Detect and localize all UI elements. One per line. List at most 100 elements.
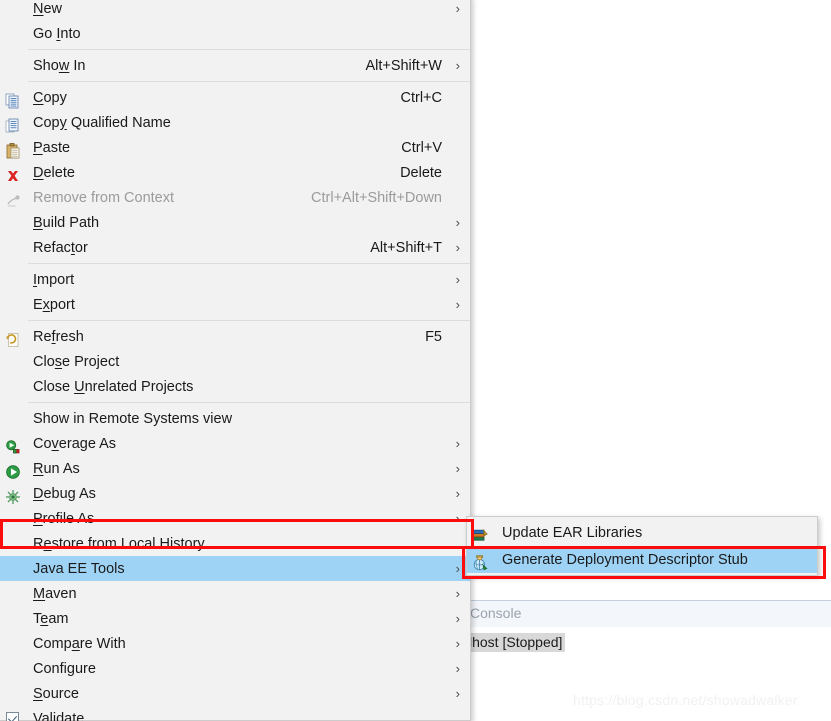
menu-item-copy[interactable]: Copy Ctrl+C [0, 85, 470, 110]
menu-item-delete[interactable]: Delete Delete [0, 160, 470, 185]
menu-item-label: Close Unrelated Projects [33, 378, 194, 395]
menu-item-accelerator: Ctrl+C [400, 89, 443, 106]
menu-item-show-in-remote-systems-view[interactable]: Show in Remote Systems view [0, 406, 470, 431]
menu-item-new[interactable]: New › [0, 0, 470, 21]
menu-item-accelerator: Alt+Shift+T [370, 239, 442, 256]
menu-item-label: Paste [33, 139, 71, 156]
chevron-right-icon: › [455, 297, 460, 312]
menu-separator [28, 81, 470, 82]
menu-item-close-project[interactable]: Close Project [0, 349, 470, 374]
chevron-right-icon: › [455, 58, 460, 73]
menu-separator [28, 263, 470, 264]
copy-icon [5, 89, 23, 108]
chevron-right-icon: › [455, 686, 460, 701]
chevron-right-icon: › [455, 611, 460, 626]
chevron-right-icon: › [455, 272, 460, 287]
run-icon [5, 460, 23, 479]
menu-item-label: Copy Qualified Name [33, 114, 171, 131]
menu-item-generate-deployment-descriptor-stub[interactable]: Generate Deployment Descriptor Stub [467, 546, 817, 573]
menu-item-go-into[interactable]: Go Into [0, 21, 470, 46]
menu-item-refactor[interactable]: Refactor Alt+Shift+T › [0, 235, 470, 260]
menu-item-profile-as[interactable]: Profile As › [0, 506, 470, 531]
menu-item-label: Import [33, 271, 75, 288]
chevron-right-icon: › [455, 511, 460, 526]
descriptor-stub-icon [472, 551, 490, 570]
chevron-right-icon: › [455, 215, 460, 230]
menu-item-label: Configure [33, 660, 96, 677]
chevron-right-icon: › [455, 586, 460, 601]
menu-item-label: New [33, 0, 63, 17]
menu-item-label: Profile As [33, 510, 95, 527]
debug-icon [5, 485, 23, 504]
chevron-right-icon: › [455, 461, 460, 476]
menu-item-label: Generate Deployment Descriptor Stub [502, 551, 748, 568]
menu-item-label: Remove from Context [33, 189, 175, 206]
menu-item-remove-from-context: Remove from Context Ctrl+Alt+Shift+Down [0, 185, 470, 210]
menu-item-label: Java EE Tools [33, 560, 125, 577]
chevron-right-icon: › [455, 636, 460, 651]
menu-item-refresh[interactable]: Refresh F5 [0, 324, 470, 349]
menu-item-close-unrelated-projects[interactable]: Close Unrelated Projects [0, 374, 470, 399]
console-tab-label[interactable]: Console [470, 605, 521, 621]
menu-item-coverage-as[interactable]: Coverage As › [0, 431, 470, 456]
menu-item-label: Coverage As [33, 435, 117, 452]
delete-icon [5, 164, 23, 182]
menu-item-show-in[interactable]: Show In Alt+Shift+W › [0, 53, 470, 78]
chevron-right-icon: › [455, 561, 460, 576]
menu-item-label: Source [33, 685, 79, 702]
menu-item-validate[interactable]: Validate [0, 706, 470, 721]
menu-item-source[interactable]: Source › [0, 681, 470, 706]
menu-item-label: Build Path [33, 214, 100, 231]
menu-item-label: Show in Remote Systems view [33, 410, 233, 427]
menu-item-label: Debug As [33, 485, 96, 502]
menu-item-copy-qualified-name[interactable]: Copy Qualified Name [0, 110, 470, 135]
coverage-icon [5, 435, 23, 453]
java-ee-tools-submenu[interactable]: Update EAR Libraries Generate Deployment … [466, 516, 818, 576]
remove-context-icon [5, 189, 23, 207]
menu-item-label: Go Into [33, 25, 81, 42]
menu-item-label: Close Project [33, 353, 120, 370]
chevron-right-icon: › [455, 661, 460, 676]
menu-item-label: Team [33, 610, 69, 627]
menu-item-update-ear-libraries[interactable]: Update EAR Libraries [467, 519, 817, 546]
menu-item-configure[interactable]: Configure › [0, 656, 470, 681]
menu-separator [28, 402, 470, 403]
menu-separator [28, 49, 470, 50]
menu-separator [28, 320, 470, 321]
menu-item-label: Copy [33, 89, 67, 106]
refresh-icon [5, 328, 23, 347]
menu-item-accelerator: Delete [400, 164, 442, 181]
menu-item-compare-with[interactable]: Compare With › [0, 631, 470, 656]
chevron-right-icon: › [455, 1, 460, 16]
paste-icon [5, 139, 23, 158]
menu-item-label: Restore from Local History... [33, 535, 216, 552]
menu-item-run-as[interactable]: Run As › [0, 456, 470, 481]
menu-item-paste[interactable]: Paste Ctrl+V [0, 135, 470, 160]
menu-item-debug-as[interactable]: Debug As › [0, 481, 470, 506]
menu-item-restore-from-local-history[interactable]: Restore from Local History... [0, 531, 470, 556]
menu-item-accelerator: F5 [425, 328, 442, 345]
menu-item-accelerator: Ctrl+Alt+Shift+Down [311, 189, 442, 206]
menu-item-team[interactable]: Team › [0, 606, 470, 631]
menu-item-label: Refresh [33, 328, 84, 345]
menu-item-label: Compare With [33, 635, 126, 652]
console-stopped-status: lhost [Stopped] [466, 633, 566, 652]
menu-item-build-path[interactable]: Build Path › [0, 210, 470, 235]
menu-item-label: Show In [33, 57, 86, 74]
screenshot-root: Console lhost [Stopped] https://blog.csd… [0, 0, 831, 721]
menu-item-label: Refactor [33, 239, 88, 256]
menu-item-label: Run As [33, 460, 80, 477]
menu-item-label: Delete [33, 164, 75, 181]
menu-item-accelerator: Ctrl+V [401, 139, 442, 156]
menu-item-label: Export [33, 296, 75, 313]
context-menu[interactable]: New › Go Into Show In Alt+Shift+W › Copy Ctrl+C… [0, 0, 471, 721]
chevron-right-icon: › [455, 240, 460, 255]
menu-item-accelerator: Alt+Shift+W [365, 57, 442, 74]
copy-qualified-icon [5, 114, 23, 132]
checkbox-checked-icon [6, 712, 19, 721]
menu-item-java-ee-tools[interactable]: Java EE Tools › [0, 556, 470, 581]
menu-item-import[interactable]: Import › [0, 267, 470, 292]
menu-item-label: Validate [33, 710, 85, 721]
menu-item-maven[interactable]: Maven › [0, 581, 470, 606]
menu-item-export[interactable]: Export › [0, 292, 470, 317]
